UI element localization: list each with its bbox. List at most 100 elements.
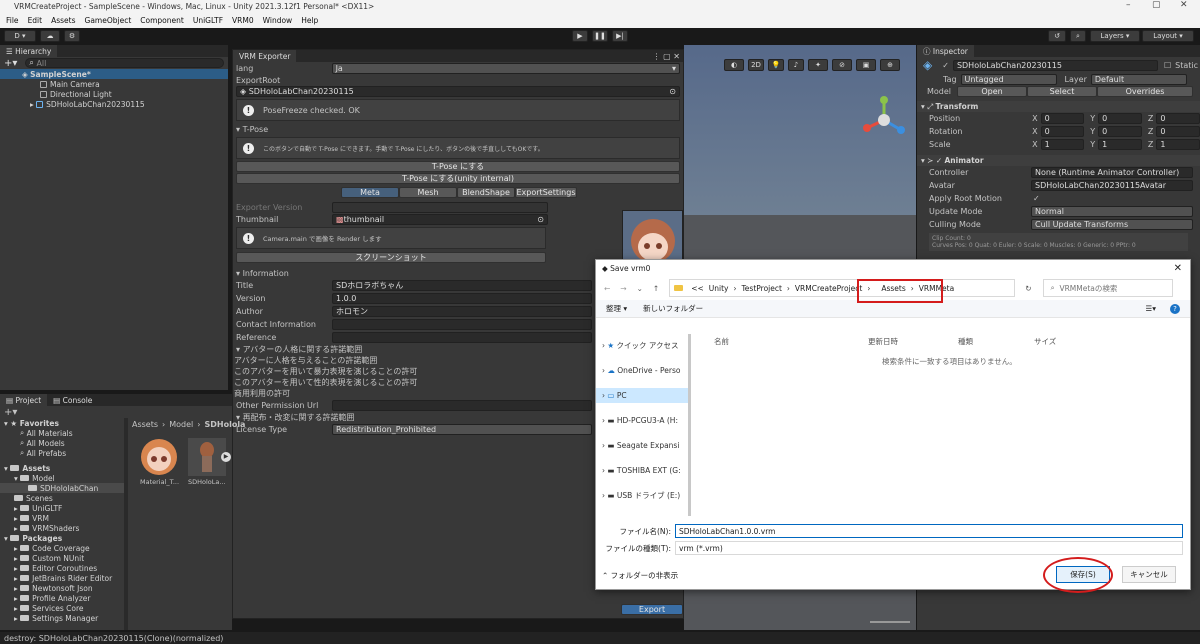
menu-unigltf[interactable]: UniGLTF bbox=[193, 16, 223, 25]
tab-project[interactable]: ▤ Project bbox=[0, 394, 48, 406]
expand-asset-icon[interactable]: ▶ bbox=[221, 452, 231, 462]
version-input[interactable]: 1.0.0 bbox=[332, 293, 592, 304]
filename-input[interactable]: SDHoloLabChan1.0.0.vrm bbox=[675, 524, 1183, 538]
menu-vrm0[interactable]: VRM0 bbox=[232, 16, 254, 25]
hierarchy-item-model[interactable]: ▸ SDHoloLabChan20230115 bbox=[0, 99, 228, 109]
package-item[interactable]: ▸ Code Coverage bbox=[0, 543, 124, 553]
active-checkbox[interactable]: ✓ bbox=[942, 61, 949, 70]
package-item[interactable]: ▸ Editor Coroutines bbox=[0, 563, 124, 573]
tab-mesh[interactable]: Mesh bbox=[399, 186, 457, 198]
scene-gizmo-icon[interactable] bbox=[859, 95, 909, 145]
project-tree-scrollbar[interactable] bbox=[124, 418, 128, 630]
camera-icon[interactable]: ▣ bbox=[856, 59, 876, 71]
nav-item-onedrive[interactable]: › ☁ OneDrive - Perso bbox=[596, 363, 688, 378]
dropdown-history-icon[interactable]: ⌄ bbox=[637, 284, 643, 293]
help-icon[interactable]: ? bbox=[1170, 303, 1180, 314]
scale-z-input[interactable]: 1 bbox=[1156, 139, 1200, 150]
position-y-input[interactable]: 0 bbox=[1098, 113, 1142, 124]
object-picker-icon[interactable]: ⊙ bbox=[669, 87, 676, 96]
asset-tile[interactable]: SDHoloLa... bbox=[188, 438, 228, 486]
tree-item-sdhololabchan[interactable]: SDHololabChan bbox=[0, 483, 124, 493]
hierarchy-item-main-camera[interactable]: Main Camera bbox=[0, 79, 228, 89]
favorite-item[interactable]: ⌕ All Prefabs bbox=[0, 448, 124, 458]
up-arrow-icon[interactable]: ↑ bbox=[653, 284, 659, 293]
nav-item-drive[interactable]: › ▬ HD-PCGU3-A (H: bbox=[596, 413, 688, 428]
history-icon[interactable]: ↺ bbox=[1048, 30, 1066, 42]
window-controls-icon[interactable]: ⋮ ▢ ✕ bbox=[653, 52, 683, 61]
tab-meta[interactable]: Meta bbox=[341, 186, 399, 198]
search-icon[interactable]: ⌕ bbox=[1070, 30, 1086, 42]
tree-item-scenes[interactable]: Scenes bbox=[0, 493, 124, 503]
breadcrumb-item[interactable]: Assets bbox=[132, 420, 158, 429]
model-open-button[interactable]: Open bbox=[957, 86, 1027, 97]
position-x-input[interactable]: 0 bbox=[1040, 113, 1085, 124]
pause-icon[interactable]: ❚❚ bbox=[592, 30, 608, 42]
back-arrow-icon[interactable]: ← bbox=[604, 284, 610, 293]
animator-header[interactable]: ▾ ≻ ✓ Animator bbox=[917, 155, 1200, 166]
object-picker-icon[interactable]: ⊙ bbox=[537, 215, 544, 224]
menu-assets[interactable]: Assets bbox=[51, 16, 75, 25]
menu-component[interactable]: Component bbox=[140, 16, 184, 25]
menu-window[interactable]: Window bbox=[263, 16, 293, 25]
package-item[interactable]: ▸ Services Core bbox=[0, 603, 124, 613]
column-name[interactable]: 名前 bbox=[714, 336, 868, 347]
address-segment[interactable]: TestProject bbox=[741, 284, 781, 293]
nav-item-pc[interactable]: › ▭ PC bbox=[596, 388, 688, 403]
model-select-button[interactable]: Select bbox=[1027, 86, 1097, 97]
nav-item-drive[interactable]: › ▬ TOSHIBA EXT (G: bbox=[596, 463, 688, 478]
address-bar[interactable]: << Unity › TestProject › VRMCreateProject ›… bbox=[669, 279, 1016, 297]
tpose-internal-button[interactable]: T-Pose にする(unity internal) bbox=[236, 173, 680, 184]
toggle-2d-button[interactable]: 2D bbox=[748, 59, 764, 71]
account-button[interactable]: D ▾ bbox=[4, 30, 36, 42]
scale-x-input[interactable]: 1 bbox=[1040, 139, 1085, 150]
breadcrumb-item[interactable]: Model bbox=[169, 420, 193, 429]
lang-select[interactable]: Ja ▾ bbox=[331, 62, 680, 74]
tab-hierarchy[interactable]: ☰ Hierarchy bbox=[0, 45, 58, 57]
favorite-item[interactable]: ⌕ All Models bbox=[0, 438, 124, 448]
thumbnail-field[interactable]: ▩thumbnail ⊙ bbox=[332, 213, 548, 225]
forward-arrow-icon[interactable]: → bbox=[620, 284, 626, 293]
contact-input[interactable] bbox=[332, 319, 592, 330]
hierarchy-item-scene[interactable]: ◈ SampleScene* bbox=[0, 69, 228, 79]
package-item[interactable]: ▸ JetBrains Rider Editor bbox=[0, 573, 124, 583]
assets-header[interactable]: ▾ Assets bbox=[0, 463, 124, 473]
filetype-select[interactable]: vrm (*.vrm) bbox=[675, 541, 1183, 555]
minimize-icon[interactable]: – bbox=[1126, 0, 1131, 10]
tree-item-vrm[interactable]: ▸ VRM bbox=[0, 513, 124, 523]
nav-item-drive[interactable]: › ▬ USB ドライブ (E:) bbox=[596, 488, 688, 503]
column-type[interactable]: 種類 bbox=[958, 336, 1034, 347]
package-item[interactable]: ▸ Newtonsoft Json bbox=[0, 583, 124, 593]
title-input[interactable]: SDホロラボちゃん bbox=[332, 280, 592, 291]
rotation-z-input[interactable]: 0 bbox=[1156, 126, 1200, 137]
tab-exportsettings[interactable]: ExportSettings bbox=[515, 186, 577, 198]
favorites-header[interactable]: ▾ ★ Favorites bbox=[0, 418, 124, 428]
culling-mode-select[interactable]: Cull Update Transforms bbox=[1031, 219, 1193, 230]
update-mode-select[interactable]: Normal bbox=[1031, 206, 1193, 217]
column-size[interactable]: サイズ bbox=[1034, 336, 1056, 347]
reference-input[interactable] bbox=[332, 332, 592, 343]
menu-edit[interactable]: Edit bbox=[28, 16, 43, 25]
scale-y-input[interactable]: 1 bbox=[1098, 139, 1142, 150]
render-mode-icon[interactable]: ◐ bbox=[724, 59, 744, 71]
audio-icon[interactable]: ♪ bbox=[788, 59, 804, 71]
export-button[interactable]: Export bbox=[621, 604, 683, 615]
new-folder-button[interactable]: 新しいフォルダー bbox=[643, 303, 703, 314]
package-item[interactable]: ▸ Settings Manager bbox=[0, 613, 124, 623]
tag-select[interactable]: Untagged bbox=[960, 73, 1057, 85]
maximize-icon[interactable]: ▢ bbox=[1152, 0, 1161, 10]
avatar-field[interactable]: SDHoloLabChan20230115Avatar bbox=[1031, 180, 1193, 191]
author-input[interactable]: ホロモン bbox=[332, 306, 592, 317]
tree-item-model[interactable]: ▾ Model bbox=[0, 473, 124, 483]
menu-file[interactable]: File bbox=[6, 16, 19, 25]
tpose-button[interactable]: T-Pose にする bbox=[236, 161, 680, 172]
effects-icon[interactable]: ✦ bbox=[808, 59, 828, 71]
apply-root-motion-checkbox[interactable]: ✓ bbox=[1033, 194, 1040, 203]
dialog-search-input[interactable]: ⌕ VRMMetaの検索 bbox=[1043, 279, 1174, 297]
menu-gameobject[interactable]: GameObject bbox=[85, 16, 132, 25]
export-root-field[interactable]: ◈ SDHoloLabChan20230115 ⊙ bbox=[236, 86, 680, 97]
screenshot-button[interactable]: スクリーンショット bbox=[236, 252, 546, 263]
package-item[interactable]: ▸ Custom NUnit bbox=[0, 553, 124, 563]
license-select[interactable]: Redistribution_Prohibited bbox=[332, 424, 592, 435]
object-name-input[interactable]: SDHoloLabChan20230115 bbox=[952, 59, 1158, 71]
nav-item-drive[interactable]: › ▬ Seagate Expansi bbox=[596, 438, 688, 453]
